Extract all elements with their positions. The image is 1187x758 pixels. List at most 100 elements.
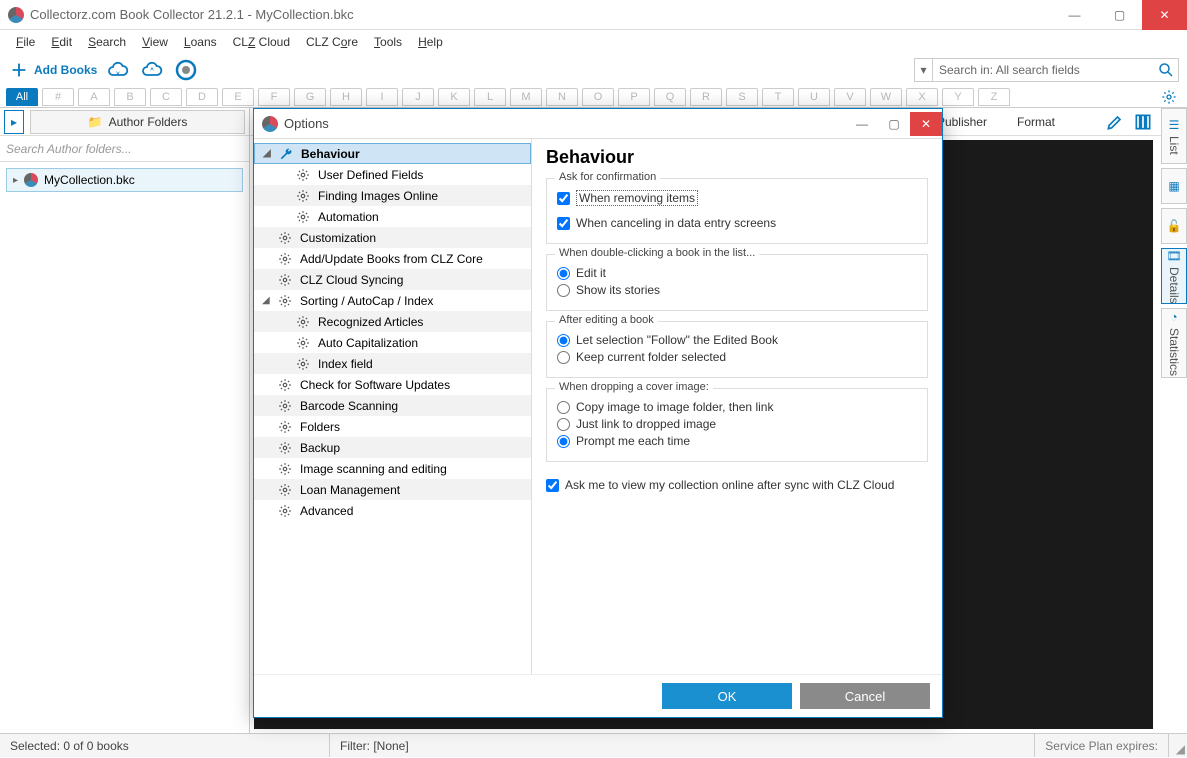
menu-view[interactable]: View bbox=[136, 33, 174, 51]
radio-keep-folder[interactable] bbox=[557, 351, 570, 364]
alpha-J[interactable]: J bbox=[402, 88, 434, 106]
left-panel: ▸ 📁 Author Folders Search Author folders… bbox=[0, 108, 250, 733]
opt-advanced[interactable]: Advanced bbox=[254, 500, 531, 521]
minimize-button[interactable]: — bbox=[1052, 0, 1097, 30]
chk-remove-items[interactable] bbox=[557, 192, 570, 205]
opt-add-update-books-from-clz-core[interactable]: Add/Update Books from CLZ Core bbox=[254, 248, 531, 269]
col-format[interactable]: Format bbox=[1017, 115, 1055, 129]
opt-customization[interactable]: Customization bbox=[254, 227, 531, 248]
side-tab-details[interactable]: 🎞 Details bbox=[1161, 248, 1187, 304]
alpha-A[interactable]: A bbox=[78, 88, 110, 106]
dialog-minimize[interactable]: — bbox=[846, 112, 878, 136]
opt-clz-cloud-syncing[interactable]: CLZ Cloud Syncing bbox=[254, 269, 531, 290]
details-icon: 🎞 bbox=[1166, 249, 1181, 263]
opt-barcode-scanning[interactable]: Barcode Scanning bbox=[254, 395, 531, 416]
alpha-X[interactable]: X bbox=[906, 88, 938, 106]
opt-sorting-autocap-index[interactable]: ◢Sorting / AutoCap / Index bbox=[254, 290, 531, 311]
alpha-#[interactable]: # bbox=[42, 88, 74, 106]
alpha-H[interactable]: H bbox=[330, 88, 362, 106]
chk-view-online[interactable] bbox=[546, 479, 559, 492]
menu-search[interactable]: Search bbox=[82, 33, 132, 51]
opt-loan-management[interactable]: Loan Management bbox=[254, 479, 531, 500]
lbl-remove-items: When removing items bbox=[576, 190, 698, 206]
alpha-F[interactable]: F bbox=[258, 88, 290, 106]
alpha-K[interactable]: K bbox=[438, 88, 470, 106]
alpha-G[interactable]: G bbox=[294, 88, 326, 106]
collection-tree-item[interactable]: ▸ MyCollection.bkc bbox=[6, 168, 243, 192]
alpha-all[interactable]: All bbox=[6, 88, 38, 106]
side-tab-statistics[interactable]: ◔ Statistics bbox=[1161, 308, 1187, 378]
radio-copy-link[interactable] bbox=[557, 401, 570, 414]
author-folders-button[interactable]: 📁 Author Folders bbox=[30, 110, 245, 134]
menu-clzcloud[interactable]: CLZ Cloud bbox=[227, 33, 296, 51]
side-tab-lock[interactable]: 🔓 bbox=[1161, 208, 1187, 244]
radio-show-stories[interactable] bbox=[557, 284, 570, 297]
search-scope-dropdown[interactable]: ▾ bbox=[915, 59, 933, 81]
alpha-D[interactable]: D bbox=[186, 88, 218, 106]
resize-grip[interactable]: ◢ bbox=[1169, 734, 1187, 758]
alpha-Q[interactable]: Q bbox=[654, 88, 686, 106]
maximize-button[interactable]: ▢ bbox=[1097, 0, 1142, 30]
opt-user-defined-fields[interactable]: User Defined Fields bbox=[254, 164, 531, 185]
alpha-V[interactable]: V bbox=[834, 88, 866, 106]
collapse-left-button[interactable]: ▸ bbox=[4, 110, 24, 134]
opt-automation[interactable]: Automation bbox=[254, 206, 531, 227]
edit-columns-icon[interactable] bbox=[1105, 112, 1125, 132]
opt-folders[interactable]: Folders bbox=[254, 416, 531, 437]
search-authors-input[interactable]: Search Author folders... bbox=[0, 136, 249, 162]
add-books-button[interactable]: Add Books bbox=[8, 59, 97, 81]
dialog-close[interactable]: ✕ bbox=[910, 112, 942, 136]
core-icon[interactable] bbox=[173, 57, 199, 83]
columns-icon[interactable] bbox=[1133, 112, 1153, 132]
alpha-W[interactable]: W bbox=[870, 88, 902, 106]
close-button[interactable]: ✕ bbox=[1142, 0, 1187, 30]
alpha-I[interactable]: I bbox=[366, 88, 398, 106]
lbl-copy-link: Copy image to image folder, then link bbox=[576, 400, 773, 414]
opt-image-scanning-and-editing[interactable]: Image scanning and editing bbox=[254, 458, 531, 479]
opt-backup[interactable]: Backup bbox=[254, 437, 531, 458]
opt-finding-images-online[interactable]: Finding Images Online bbox=[254, 185, 531, 206]
alpha-C[interactable]: C bbox=[150, 88, 182, 106]
menu-file[interactable]: File bbox=[10, 33, 41, 51]
cloud-up-icon[interactable] bbox=[139, 57, 165, 83]
alpha-M[interactable]: M bbox=[510, 88, 542, 106]
opt-behaviour[interactable]: ◢Behaviour bbox=[254, 143, 531, 164]
menu-help[interactable]: Help bbox=[412, 33, 449, 51]
alpha-P[interactable]: P bbox=[618, 88, 650, 106]
alpha-E[interactable]: E bbox=[222, 88, 254, 106]
alpha-R[interactable]: R bbox=[690, 88, 722, 106]
search-input[interactable]: Search in: All search fields bbox=[933, 63, 1154, 77]
alpha-O[interactable]: O bbox=[582, 88, 614, 106]
alpha-N[interactable]: N bbox=[546, 88, 578, 106]
ok-button[interactable]: OK bbox=[662, 683, 792, 709]
alpha-S[interactable]: S bbox=[726, 88, 758, 106]
cloud-down-icon[interactable] bbox=[105, 57, 131, 83]
dialog-maximize[interactable]: ▢ bbox=[878, 112, 910, 136]
chk-cancel-entry[interactable] bbox=[557, 217, 570, 230]
alpha-B[interactable]: B bbox=[114, 88, 146, 106]
side-tab-list[interactable]: ☰ List bbox=[1161, 108, 1187, 164]
menu-clzcore[interactable]: CLZ Core bbox=[300, 33, 364, 51]
opt-recognized-articles[interactable]: Recognized Articles bbox=[254, 311, 531, 332]
menu-loans[interactable]: Loans bbox=[178, 33, 223, 51]
col-publisher[interactable]: Publisher bbox=[937, 115, 987, 129]
radio-prompt[interactable] bbox=[557, 435, 570, 448]
menu-edit[interactable]: Edit bbox=[45, 33, 78, 51]
radio-follow[interactable] bbox=[557, 334, 570, 347]
side-tab-grid[interactable]: ▦ bbox=[1161, 168, 1187, 204]
alpha-Y[interactable]: Y bbox=[942, 88, 974, 106]
alpha-Z[interactable]: Z bbox=[978, 88, 1010, 106]
search-icon[interactable] bbox=[1154, 58, 1178, 82]
alpha-settings-icon[interactable] bbox=[1161, 89, 1181, 105]
cancel-button[interactable]: Cancel bbox=[800, 683, 930, 709]
menu-tools[interactable]: Tools bbox=[368, 33, 408, 51]
alpha-T[interactable]: T bbox=[762, 88, 794, 106]
dialog-app-icon bbox=[262, 116, 278, 132]
radio-just-link[interactable] bbox=[557, 418, 570, 431]
alpha-U[interactable]: U bbox=[798, 88, 830, 106]
radio-edit-it[interactable] bbox=[557, 267, 570, 280]
opt-auto-capitalization[interactable]: Auto Capitalization bbox=[254, 332, 531, 353]
opt-index-field[interactable]: Index field bbox=[254, 353, 531, 374]
alpha-L[interactable]: L bbox=[474, 88, 506, 106]
opt-check-for-software-updates[interactable]: Check for Software Updates bbox=[254, 374, 531, 395]
